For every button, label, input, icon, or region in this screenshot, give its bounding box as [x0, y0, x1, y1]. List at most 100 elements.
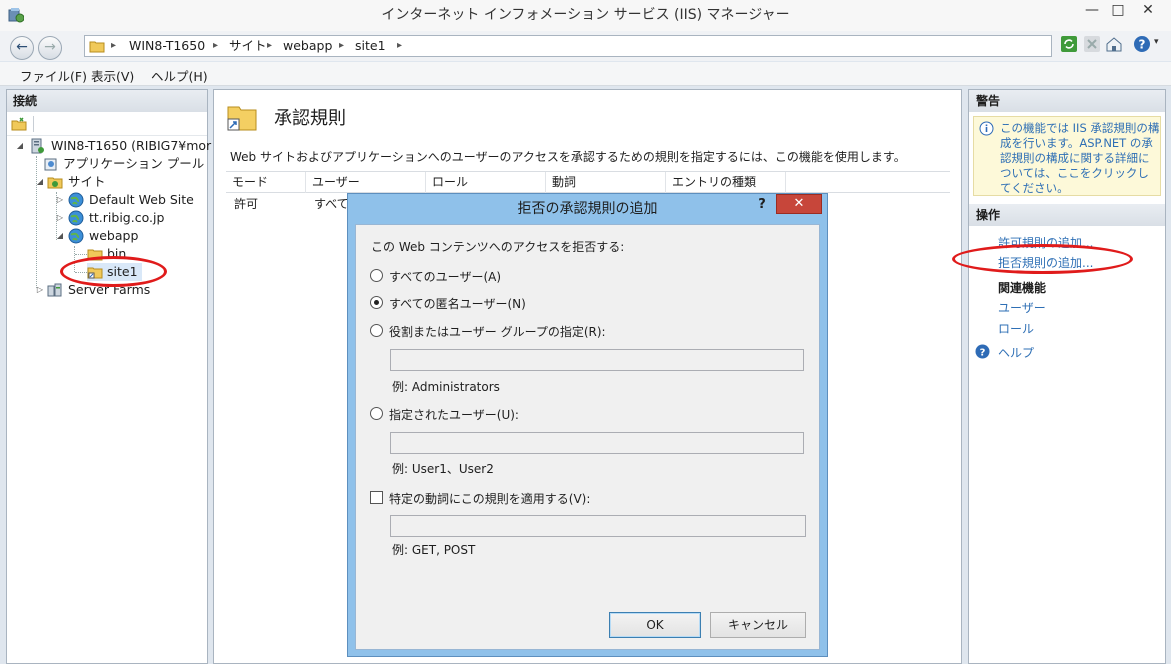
globe-icon	[68, 210, 84, 226]
help-icon: ?	[975, 344, 990, 359]
tree-collapse-icon[interactable]: ◢	[55, 227, 65, 245]
cancel-button[interactable]: キャンセル	[710, 612, 806, 638]
menu-file[interactable]: ファイル(F)	[20, 66, 87, 85]
server-icon	[31, 138, 44, 154]
column-verbs[interactable]: 動詞	[546, 172, 666, 193]
roles-input[interactable]	[390, 349, 804, 371]
tree-label: Default Web Site	[89, 192, 194, 207]
tree-label: WIN8-T1650 (RIBIG7¥mor	[51, 138, 212, 153]
tree-expand-icon[interactable]: ▷	[55, 209, 65, 227]
related-features-header: 関連機能	[998, 281, 1047, 295]
users-link[interactable]: ユーザー	[998, 299, 1046, 316]
home-icon[interactable]	[1105, 35, 1123, 53]
globe-icon	[68, 228, 84, 244]
column-mode[interactable]: モード	[226, 172, 306, 193]
tree-label: tt.ribig.co.jp	[89, 210, 165, 225]
minimize-button[interactable]: —	[1078, 0, 1106, 22]
column-roles[interactable]: ロール	[426, 172, 546, 193]
page-description: Web サイトおよびアプリケーションへのユーザーのアクセスを承認するための規則を…	[230, 150, 906, 164]
checkbox-specific-verbs[interactable]	[370, 491, 383, 504]
tree-expand-icon[interactable]: ▷	[35, 281, 45, 299]
rules-grid-header: モード ユーザー ロール 動詞 エントリの種類	[226, 171, 950, 193]
annotation-ellipse-site1	[60, 256, 167, 287]
tree-label: webapp	[89, 228, 139, 243]
breadcrumb-separator: ▸	[213, 40, 219, 51]
window-title: インターネット インフォメーション サービス (IIS) マネージャー	[381, 7, 790, 23]
connections-header: 接続	[7, 90, 207, 112]
column-users[interactable]: ユーザー	[306, 172, 426, 193]
radio-specified-users[interactable]	[370, 407, 383, 420]
actions-header: 操作	[969, 204, 1165, 226]
globe-icon	[68, 192, 84, 208]
breadcrumb-sites[interactable]: サイト	[229, 36, 267, 56]
tree-collapse-icon[interactable]: ◢	[35, 173, 45, 191]
close-window-button[interactable]: ✕	[1130, 0, 1166, 22]
label-all-users[interactable]: すべてのユーザー(A)	[389, 268, 501, 285]
tree-collapse-icon[interactable]: ◢	[15, 137, 25, 155]
dialog-close-button[interactable]: ✕	[776, 194, 822, 214]
radio-roles-groups[interactable]	[370, 324, 383, 337]
roles-example: 例: Administrators	[392, 380, 500, 394]
stop-icon[interactable]	[1083, 35, 1101, 53]
help-link[interactable]: ヘルプ	[998, 344, 1034, 361]
connections-pane: 接続 ◢ WIN8-T1650 (RIBIG7¥mor アプリケーション プール…	[6, 89, 212, 664]
connections-toolbar	[7, 112, 207, 136]
users-input[interactable]	[390, 432, 804, 454]
tree-label: アプリケーション プール	[63, 156, 205, 171]
label-anonymous-users[interactable]: すべての匿名ユーザー(N)	[389, 295, 526, 312]
menu-bar: ファイル(F) 表示(V) ヘルプ(H)	[0, 62, 1171, 86]
users-example: 例: User1、User2	[392, 462, 494, 476]
help-dropdown-chevron-icon[interactable]: ▾	[1154, 37, 1159, 47]
add-deny-rule-dialog: 拒否の承認規則の追加 ? ✕ この Web コンテンツへのアクセスを拒否する: …	[347, 193, 828, 657]
breadcrumb-server[interactable]: WIN8-T1650	[129, 36, 205, 56]
info-icon	[979, 121, 994, 136]
back-arrow-icon: ←	[16, 39, 28, 55]
svg-text:?: ?	[1139, 38, 1146, 52]
forward-button[interactable]: →	[38, 36, 62, 60]
actions-pane: 警告 この機能では IIS 承認規則の構成を行います。ASP.NET の承認規則…	[968, 89, 1166, 664]
app-pool-icon	[44, 158, 57, 171]
label-specific-verbs[interactable]: 特定の動詞にこの規則を適用する(V):	[389, 490, 590, 507]
breadcrumb-separator: ▸	[111, 40, 117, 51]
breadcrumb-separator: ▸	[267, 40, 273, 51]
authorization-folder-icon	[227, 106, 257, 131]
dialog-help-button[interactable]: ?	[752, 194, 772, 216]
breadcrumb-separator: ▸	[339, 40, 345, 51]
alert-text[interactable]: この機能では IIS 承認規則の構成を行います。ASP.NET の承認規則の構成…	[1000, 121, 1160, 196]
label-roles-groups[interactable]: 役割またはユーザー グループの指定(R):	[389, 323, 606, 340]
tree-expand-icon[interactable]: ▷	[55, 191, 65, 209]
address-bar[interactable]: ▸ WIN8-T1650 ▸ サイト ▸ webapp ▸ site1 ▸	[84, 35, 1052, 57]
svg-text:?: ?	[980, 348, 986, 359]
title-bar: インターネット インフォメーション サービス (IIS) マネージャー — □ …	[0, 0, 1171, 31]
cell-mode[interactable]: 許可	[226, 193, 306, 215]
sites-folder-icon	[47, 177, 63, 189]
breadcrumb-webapp[interactable]: webapp	[283, 36, 332, 56]
forward-arrow-icon: →	[44, 39, 56, 55]
annotation-ellipse-add-deny	[952, 244, 1133, 274]
help-icon[interactable]: ?	[1133, 35, 1151, 53]
folder-icon	[89, 41, 105, 53]
label-specified-users[interactable]: 指定されたユーザー(U):	[389, 406, 519, 423]
breadcrumb-site1[interactable]: site1	[355, 36, 386, 56]
column-entry-type[interactable]: エントリの種類	[666, 172, 786, 193]
menu-view[interactable]: 表示(V)	[91, 66, 134, 85]
connect-icon[interactable]	[11, 116, 27, 132]
dialog-body: この Web コンテンツへのアクセスを拒否する: すべてのユーザー(A) すべて…	[355, 224, 820, 650]
verbs-input[interactable]	[390, 515, 806, 537]
tree-line	[75, 254, 87, 255]
refresh-icon[interactable]	[1060, 35, 1078, 53]
menu-help[interactable]: ヘルプ(H)	[151, 66, 208, 85]
maximize-button[interactable]: □	[1104, 0, 1132, 22]
page-title: 承認規則	[274, 108, 346, 129]
radio-all-users[interactable]	[370, 269, 383, 282]
toolbar-divider	[33, 116, 34, 132]
alert-box[interactable]: この機能では IIS 承認規則の構成を行います。ASP.NET の承認規則の構成…	[973, 116, 1161, 196]
ok-button[interactable]: OK	[609, 612, 701, 638]
server-farms-icon	[47, 283, 62, 297]
back-button[interactable]: ←	[10, 36, 34, 60]
verbs-example: 例: GET, POST	[392, 543, 476, 557]
alerts-header: 警告	[969, 90, 1165, 112]
breadcrumb-separator: ▸	[397, 40, 403, 51]
roles-link[interactable]: ロール	[998, 320, 1034, 337]
radio-anonymous-users[interactable]	[370, 296, 383, 309]
